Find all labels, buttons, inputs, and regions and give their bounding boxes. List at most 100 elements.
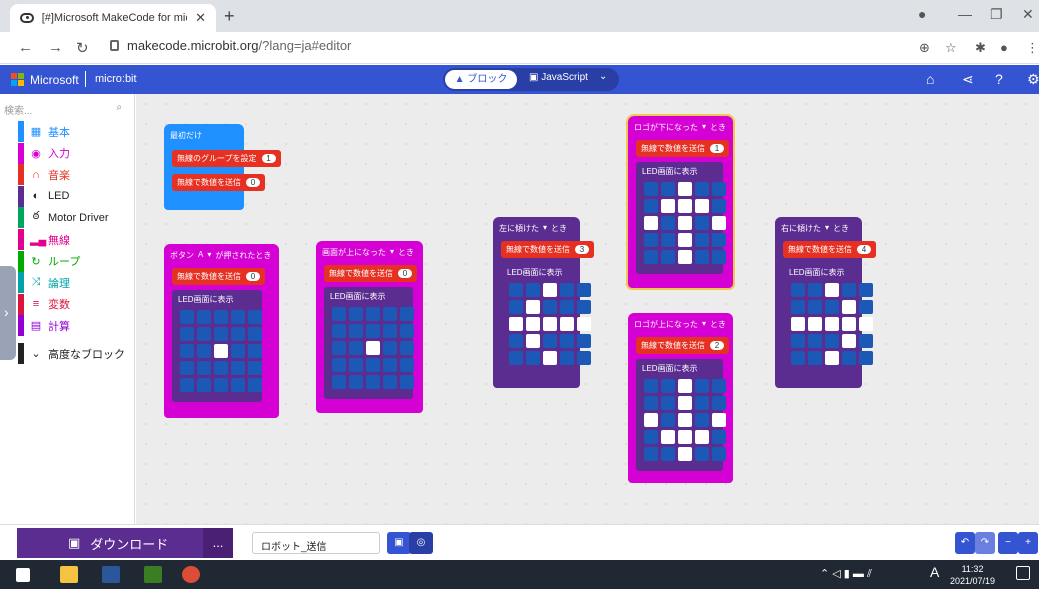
extensions-icon[interactable]: ✱	[975, 40, 986, 56]
github-icon[interactable]: ◎	[409, 532, 433, 554]
led-cell-off[interactable]	[695, 413, 709, 427]
led-cell-on[interactable]	[526, 334, 540, 348]
led-cell-off[interactable]	[509, 283, 523, 297]
blocks-mode-button[interactable]: ▲ ブロック	[445, 70, 517, 89]
led-cell-on[interactable]	[678, 413, 692, 427]
led-cell-off[interactable]	[526, 283, 540, 297]
event-block-tilt-right[interactable]: 右に傾けた ▾ とき 無線で数値を送信 4 LED画面に表示	[775, 217, 876, 388]
restore-icon[interactable]: ❐	[990, 6, 1003, 23]
send-number-block[interactable]: 無線で数値を送信 0	[172, 174, 265, 191]
led-cell-off[interactable]	[712, 430, 726, 444]
chevron-down-icon[interactable]: ▾	[702, 319, 706, 330]
led-cell-off[interactable]	[560, 334, 574, 348]
toolbox-category[interactable]: ఠ Motor Driver	[18, 207, 135, 229]
toolbox-category[interactable]: ▦ 基本	[18, 121, 135, 142]
search-input[interactable]: 検索...	[4, 102, 128, 118]
send-number-value[interactable]: 4	[857, 245, 871, 254]
led-cell-off[interactable]	[332, 324, 346, 338]
chevron-down-icon[interactable]: ⌄	[599, 71, 607, 82]
windows-start-icon[interactable]	[16, 568, 30, 582]
show-leds-block[interactable]: LED画面に表示	[636, 162, 726, 274]
advanced-blocks-toggle[interactable]: ⌄ 高度なブロック	[18, 343, 135, 364]
led-cell-off[interactable]	[526, 351, 540, 365]
zoom-icon[interactable]: ⊕	[919, 40, 930, 56]
led-cell-off[interactable]	[214, 361, 228, 375]
led-cell-off[interactable]	[791, 283, 805, 297]
led-cell-off[interactable]	[712, 182, 726, 196]
event-block-screen-up[interactable]: 画面が上になった ▾ とき 無線で数値を送信 0 LED画面に表示	[316, 241, 423, 413]
close-window-icon[interactable]: ✕	[1022, 6, 1034, 23]
led-cell-off[interactable]	[349, 341, 363, 355]
led-cell-off[interactable]	[231, 378, 245, 392]
chrome-icon[interactable]	[182, 566, 200, 583]
led-cell-on[interactable]	[791, 317, 805, 331]
led-cell-off[interactable]	[332, 358, 346, 372]
send-number-block[interactable]: 無線で数値を送信 1	[636, 140, 729, 157]
led-cell-off[interactable]	[248, 327, 262, 341]
led-cell-on[interactable]	[509, 317, 523, 331]
led-cell-off[interactable]	[214, 310, 228, 324]
file-explorer-icon[interactable]	[60, 566, 78, 583]
led-cell-off[interactable]	[661, 379, 675, 393]
send-number-value[interactable]: 0	[398, 269, 412, 278]
send-number-value[interactable]: 2	[710, 341, 724, 350]
led-cell-off[interactable]	[560, 300, 574, 314]
notifications-icon[interactable]	[1016, 566, 1030, 580]
led-cell-on[interactable]	[644, 216, 658, 230]
close-tab-icon[interactable]: ✕	[195, 10, 206, 26]
led-cell-off[interactable]	[644, 379, 658, 393]
send-number-block[interactable]: 無線で数値を送信 0	[324, 265, 417, 282]
led-cell-on[interactable]	[678, 396, 692, 410]
led-cell-off[interactable]	[661, 216, 675, 230]
led-cell-off[interactable]	[661, 182, 675, 196]
send-number-value[interactable]: 1	[710, 144, 724, 153]
led-cell-off[interactable]	[366, 358, 380, 372]
led-cell-off[interactable]	[808, 300, 822, 314]
led-cell-off[interactable]	[543, 300, 557, 314]
led-cell-on[interactable]	[842, 334, 856, 348]
led-cell-off[interactable]	[366, 307, 380, 321]
led-cell-off[interactable]	[644, 430, 658, 444]
led-cell-off[interactable]	[859, 300, 873, 314]
led-cell-on[interactable]	[859, 317, 873, 331]
led-cell-off[interactable]	[712, 233, 726, 247]
help-icon[interactable]: ?	[995, 71, 1003, 87]
led-cell-on[interactable]	[695, 430, 709, 444]
led-cell-off[interactable]	[248, 310, 262, 324]
send-number-block[interactable]: 無線で数値を送信 4	[783, 241, 876, 258]
led-cell-off[interactable]	[661, 250, 675, 264]
led-cell-off[interactable]	[332, 341, 346, 355]
led-cell-on[interactable]	[678, 182, 692, 196]
led-cell-on[interactable]	[712, 413, 726, 427]
led-cell-off[interactable]	[644, 199, 658, 213]
led-cell-on[interactable]	[678, 250, 692, 264]
led-cell-off[interactable]	[214, 378, 228, 392]
tray-icons[interactable]: ⌃ ◁ ▮ ▬ ⫽	[820, 567, 872, 581]
led-cell-on[interactable]	[560, 317, 574, 331]
led-cell-off[interactable]	[383, 324, 397, 338]
home-icon[interactable]: ⌂	[926, 71, 934, 87]
led-cell-on[interactable]	[842, 317, 856, 331]
led-cell-off[interactable]	[366, 324, 380, 338]
event-block-tilt-left[interactable]: 左に傾けた ▾ とき 無線で数値を送信 3 LED画面に表示	[493, 217, 594, 388]
led-cell-off[interactable]	[712, 250, 726, 264]
led-cell-off[interactable]	[509, 300, 523, 314]
led-cell-off[interactable]	[695, 216, 709, 230]
led-cell-off[interactable]	[695, 250, 709, 264]
led-cell-off[interactable]	[400, 324, 414, 338]
led-cell-off[interactable]	[791, 300, 805, 314]
more-options-button[interactable]: ...	[203, 528, 233, 558]
settings-gear-icon[interactable]: ⚙	[1027, 71, 1039, 88]
led-cell-off[interactable]	[842, 283, 856, 297]
share-icon[interactable]: ⋖	[962, 71, 974, 88]
led-cell-on[interactable]	[678, 199, 692, 213]
new-tab-icon[interactable]: +	[224, 6, 235, 27]
chevron-down-icon[interactable]: ▾	[207, 250, 211, 261]
led-cell-off[interactable]	[577, 283, 591, 297]
led-cell-off[interactable]	[248, 361, 262, 375]
send-number-block[interactable]: 無線で数値を送信 0	[172, 268, 265, 285]
chevron-down-icon[interactable]: ▾	[543, 223, 547, 234]
javascript-mode-button[interactable]: ▣ JavaScript	[529, 72, 588, 83]
project-name-input[interactable]: ロボット_送信	[252, 532, 380, 554]
led-cell-off[interactable]	[197, 344, 211, 358]
